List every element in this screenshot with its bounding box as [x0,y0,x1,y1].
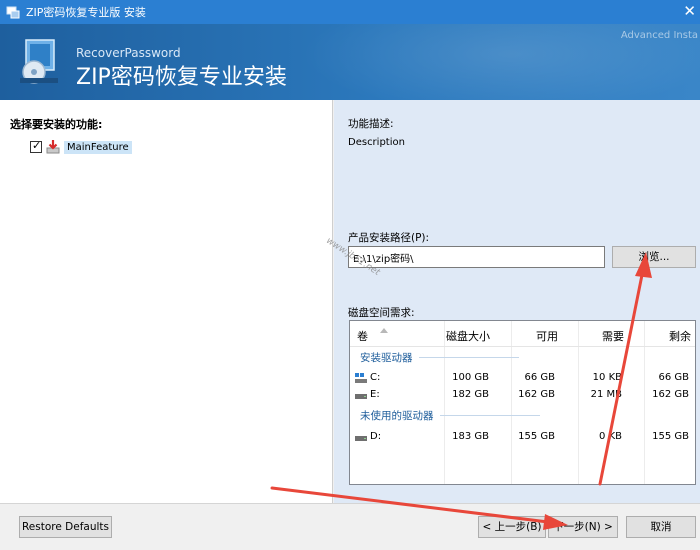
app-icon [6,6,20,19]
feature-label[interactable]: MainFeature [64,140,132,154]
group-title: 安装驱动器 [360,352,413,364]
cell-size: 100 GB [452,372,489,383]
col-header-available[interactable]: 可用 [536,328,558,344]
cell-volume: C: [370,372,381,383]
col-header-volume[interactable]: 卷 [357,328,368,344]
sort-ascending-icon [380,328,388,333]
table-row[interactable]: C: 100 GB 66 GB 10 KB 66 GB [350,370,695,386]
cell-required: 0 KB [599,431,622,442]
cell-available: 162 GB [518,389,555,400]
disk-space-table[interactable]: 卷 磁盘大小 可用 需要 剩余 安装驱动器 C: 100 GB 66 GB 10… [349,320,696,485]
drive-icon [355,394,367,399]
cell-required: 21 MB [590,389,622,400]
cell-required: 10 KB [592,372,622,383]
table-row[interactable]: D: 183 GB 155 GB 0 KB 155 GB [350,429,695,445]
back-button[interactable]: < 上一步(B) [478,516,546,538]
feature-tree-heading: 选择要安装的功能: [10,118,103,131]
cell-remaining: 66 GB [658,372,689,383]
col-header-remaining[interactable]: 剩余 [669,328,691,344]
group-unused-drives: 未使用的驱动器 [360,408,540,423]
disk-space-label: 磁盘空间需求: [348,307,415,319]
vendor-name: RecoverPassword [76,46,181,60]
description-text: Description [348,137,405,148]
feature-details-panel: 功能描述: Description 产品安装路径(P): E:\1\zip密码\… [334,100,700,503]
installer-banner: RecoverPassword ZIP密码恢复专业安装 Advanced Ins… [0,24,700,100]
cell-size: 182 GB [452,389,489,400]
checkmark-icon: ✓ [32,139,42,152]
col-header-required[interactable]: 需要 [602,328,624,344]
footer-bar: Restore Defaults < 上一步(B) 下一步(N) > 取消 [0,503,700,550]
close-icon[interactable]: ✕ [683,2,696,20]
cell-volume: D: [370,431,382,442]
install-path-label: 产品安装路径(P): [348,232,430,244]
feature-checkbox[interactable]: ✓ [30,139,42,153]
cell-available: 155 GB [518,431,555,442]
cell-available: 66 GB [524,372,555,383]
tree-item-mainfeature[interactable]: ✓ MainFeature [30,139,132,155]
install-path-input[interactable]: E:\1\zip密码\ [348,246,605,268]
description-label: 功能描述: [348,118,394,130]
product-icon [20,39,58,84]
group-install-drives: 安装驱动器 [360,350,519,365]
restore-defaults-button[interactable]: Restore Defaults [19,516,112,538]
title-bar: ZIP密码恢复专业版 安装 ✕ [0,0,700,24]
next-button[interactable]: 下一步(N) > [548,516,618,538]
product-title: ZIP密码恢复专业安装 [76,65,287,90]
cell-remaining: 155 GB [652,431,689,442]
group-title: 未使用的驱动器 [360,410,434,422]
table-header: 卷 磁盘大小 可用 需要 剩余 [350,321,695,347]
cell-volume: E: [370,389,380,400]
system-drive-icon [355,373,367,383]
browse-button[interactable]: 浏览... [612,246,696,268]
col-header-size[interactable]: 磁盘大小 [446,328,490,344]
cell-size: 183 GB [452,431,489,442]
table-row[interactable]: E: 182 GB 162 GB 21 MB 162 GB [350,387,695,403]
drive-icon [355,436,367,441]
builder-watermark: Advanced Insta [620,30,698,41]
install-feature-icon [46,140,60,154]
feature-tree-panel: 选择要安装的功能: ✓ MainFeature [0,100,333,503]
cell-remaining: 162 GB [652,389,689,400]
cancel-button[interactable]: 取消 [626,516,696,538]
window-title: ZIP密码恢复专业版 安装 [26,6,146,19]
